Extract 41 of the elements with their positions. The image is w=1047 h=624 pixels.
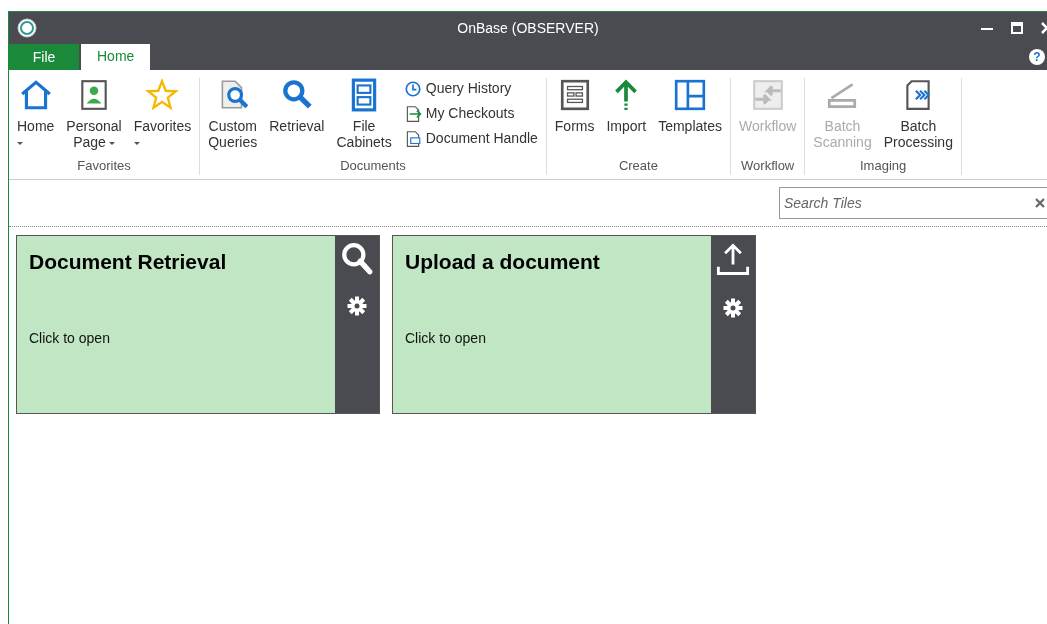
tile-subtitle: Click to open bbox=[405, 328, 486, 348]
ribbon-button[interactable]: Query History bbox=[403, 78, 538, 99]
help-icon[interactable]: ? bbox=[1029, 49, 1045, 65]
search-field[interactable]: Search Tiles bbox=[779, 187, 1047, 219]
clock-icon bbox=[403, 79, 422, 98]
app-logo bbox=[17, 18, 37, 38]
star-icon bbox=[145, 78, 180, 112]
clear-icon[interactable] bbox=[1035, 198, 1045, 208]
ribbon-button[interactable]: Import bbox=[606, 78, 647, 156]
search-icon[interactable] bbox=[340, 242, 374, 276]
gear-icon[interactable] bbox=[347, 296, 367, 316]
layout-icon bbox=[673, 78, 708, 112]
ribbon-button[interactable]: Custom Queries bbox=[208, 78, 258, 156]
ribbon-button[interactable]: File Cabinets bbox=[336, 78, 392, 156]
group-label: Favorites bbox=[76, 156, 132, 175]
file-tab[interactable]: File bbox=[9, 44, 79, 70]
tile-title: Upload a document bbox=[405, 249, 601, 275]
ribbon-button[interactable]: Forms bbox=[554, 78, 595, 156]
ribbon-button[interactable]: Personal Page bbox=[66, 78, 122, 156]
ribbon-button[interactable]: Batch Processing bbox=[883, 78, 953, 156]
group-label: Documents bbox=[339, 156, 407, 175]
ribbon-button[interactable]: My Checkouts bbox=[403, 103, 538, 124]
group-label: Imaging bbox=[859, 156, 908, 175]
tile[interactable]: Document Retrieval Click to open bbox=[16, 235, 380, 414]
home-icon bbox=[18, 78, 53, 112]
window-title: OnBase (OBSERVER) bbox=[457, 19, 599, 36]
upload-icon[interactable] bbox=[715, 242, 751, 278]
ribbon-button[interactable]: Document Handle bbox=[403, 128, 538, 149]
ribbon-button[interactable]: Home bbox=[17, 78, 55, 156]
tile-subtitle: Click to open bbox=[29, 328, 110, 348]
ribbon-tab[interactable]: Home bbox=[81, 42, 151, 70]
maximize-icon[interactable] bbox=[1011, 22, 1023, 34]
workflow-icon bbox=[750, 78, 785, 112]
tile-title: Document Retrieval bbox=[29, 249, 228, 275]
group-label: Create bbox=[617, 156, 659, 175]
group-label: Workflow bbox=[740, 156, 796, 175]
ribbon-button[interactable]: Retrieval bbox=[269, 78, 325, 156]
ribbon-button[interactable]: Templates bbox=[658, 78, 722, 156]
ribbon-button[interactable]: Favorites bbox=[133, 78, 192, 156]
gear-icon[interactable] bbox=[723, 298, 743, 318]
tile[interactable]: Upload a document Click to open bbox=[392, 235, 756, 414]
